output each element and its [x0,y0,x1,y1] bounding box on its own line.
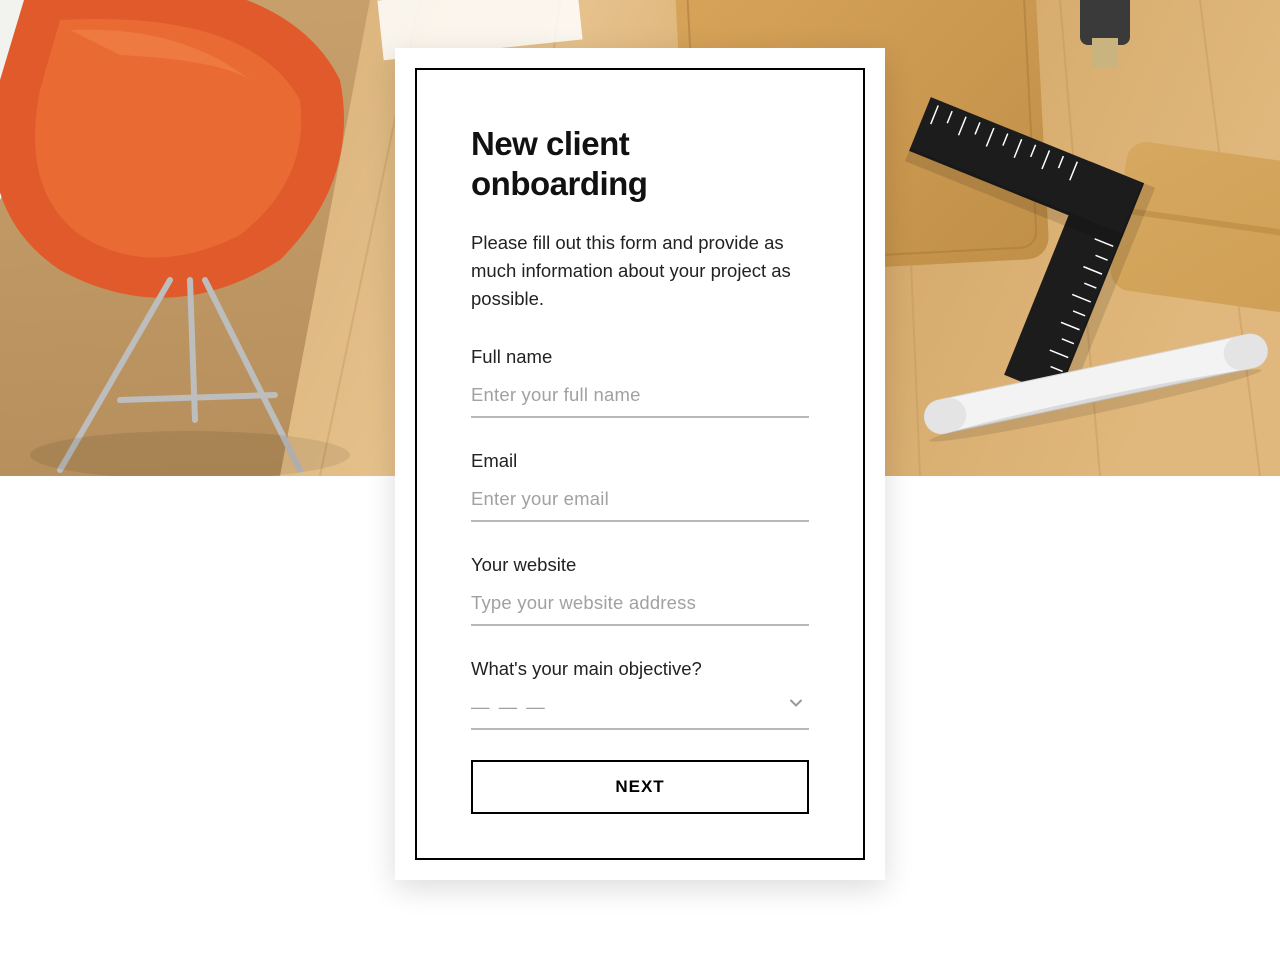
form-title: New client onboarding [471,124,809,203]
email-label: Email [471,450,809,472]
objective-label: What's your main objective? [471,658,809,680]
onboarding-card-frame: New client onboarding Please fill out th… [415,68,865,860]
full-name-label: Full name [471,346,809,368]
next-button[interactable]: NEXT [471,760,809,814]
email-input[interactable] [471,482,809,522]
chevron-down-icon [789,696,803,710]
field-email: Email [471,450,809,522]
field-website: Your website [471,554,809,626]
form-description: Please fill out this form and provide as… [471,229,809,312]
website-label: Your website [471,554,809,576]
objective-placeholder: — — — [471,696,547,717]
field-objective: What's your main objective? — — — [471,658,809,730]
website-input[interactable] [471,586,809,626]
full-name-input[interactable] [471,378,809,418]
field-full-name: Full name [471,346,809,418]
onboarding-card: New client onboarding Please fill out th… [395,48,885,880]
objective-select[interactable]: — — — [471,690,809,730]
